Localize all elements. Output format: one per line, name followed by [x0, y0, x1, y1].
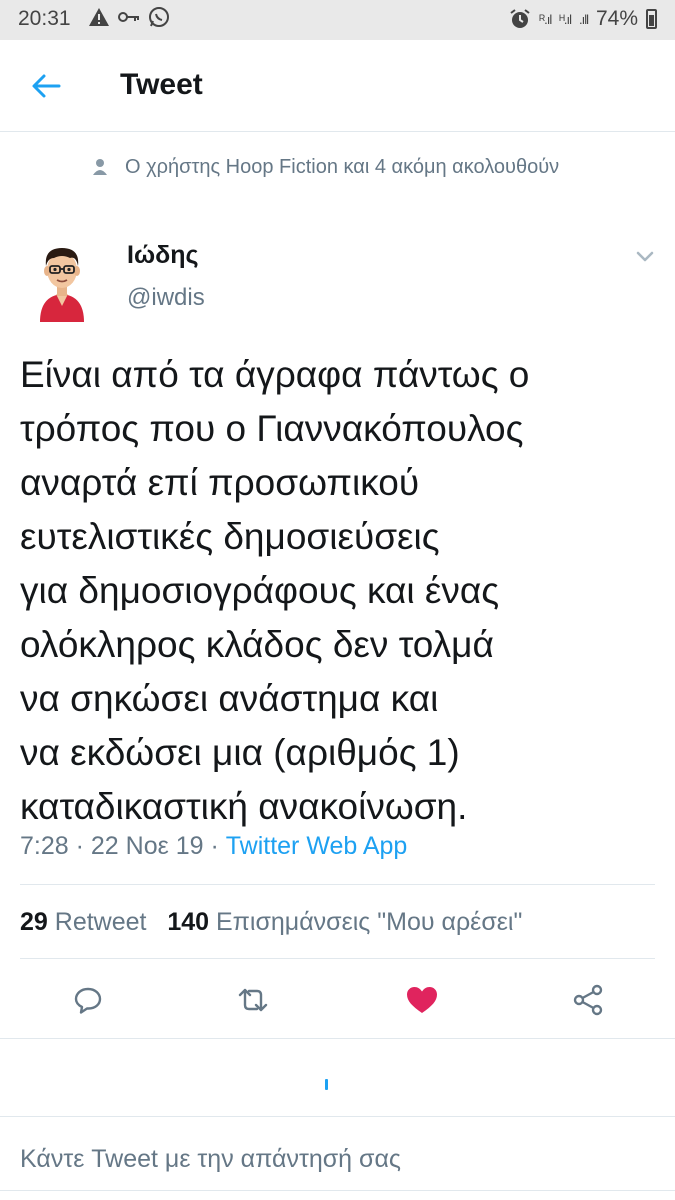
status-notification-icons: [88, 6, 170, 28]
social-context-text: Ο χρήστης Hoop Fiction και 4 ακόμη ακολο…: [125, 156, 560, 178]
tweet-text-line: ευτελιστικές δημοσιεύσεις: [20, 516, 440, 557]
retweet-icon: [238, 988, 268, 1012]
meta-separator: ·: [210, 832, 219, 860]
divider: [20, 884, 655, 885]
like-label: Επισημάνσεις "Μου αρέσει": [216, 908, 523, 936]
tweet-meta: 7:28 · 22 Νοε 19 · Twitter Web App: [20, 832, 407, 861]
retweet-count: 29: [20, 908, 48, 936]
arrow-left-icon: [32, 74, 61, 98]
tweet-text-line: να σηκώσει ανάστημα και: [20, 678, 439, 719]
back-button[interactable]: [26, 66, 66, 106]
divider: [0, 1190, 675, 1191]
heart-icon: [407, 987, 437, 1013]
divider: [0, 1038, 675, 1039]
reply-icon: [74, 987, 102, 1014]
signal-h-icon: ᴴ.ıl: [559, 11, 572, 27]
like-stat[interactable]: 140 Επισημάνσεις "Μου αρέσει": [167, 908, 522, 936]
retweet-label: Retweet: [54, 908, 147, 936]
battery-percent: 74%: [595, 7, 638, 30]
chevron-down-icon: [636, 251, 654, 262]
battery-icon: [646, 9, 657, 29]
avatar-image: [40, 248, 84, 322]
retweet-button[interactable]: [231, 978, 275, 1022]
app-bar: Tweet: [0, 40, 675, 132]
tweet-text-line: για δημοσιογράφους και ένας: [20, 570, 500, 611]
tweet-source-link[interactable]: Twitter Web App: [226, 832, 408, 860]
signal-icon: .ıll: [578, 11, 589, 27]
tweet-time: 7:28: [20, 832, 69, 860]
status-time: 20:31: [18, 7, 71, 30]
reply-button[interactable]: [66, 978, 110, 1022]
tweet-stats: 29 Retweet 140 Επισημάνσεις "Μου αρέσει": [20, 908, 522, 937]
tweet-text-line: ολόκληρος κλάδος δεν τολμά: [20, 624, 494, 665]
reply-input[interactable]: Κάντε Tweet με την απάντησή σας: [20, 1145, 401, 1174]
retweet-stat[interactable]: 29 Retweet: [20, 908, 146, 936]
user-handle[interactable]: @iwdis: [127, 284, 205, 312]
tweet-text-line: καταδικαστική ανακοίνωση.: [20, 786, 468, 827]
social-context[interactable]: Ο χρήστης Hoop Fiction και 4 ακόμη ακολο…: [92, 152, 612, 182]
tweet-text-line: αναρτά επί προσωπικού: [20, 462, 420, 503]
warning-icon: [89, 8, 109, 26]
tweet-text-line: τρόπος που ο Γιαννακόπουλος: [20, 408, 524, 449]
whatsapp-icon: [149, 7, 169, 27]
person-icon: [93, 159, 107, 175]
like-button[interactable]: [400, 978, 444, 1022]
share-button[interactable]: [566, 978, 610, 1022]
more-options-button[interactable]: [630, 246, 660, 268]
page-title: Tweet: [120, 68, 203, 101]
tweet-date: 22 Νοε 19: [90, 832, 204, 860]
tweet-text-line: να εκδώσει μια (αριθμός 1): [20, 732, 460, 773]
tweet-text-line: Είναι από τα άγραφα πάντως ο: [20, 354, 530, 395]
loading-indicator: [325, 1079, 328, 1090]
share-icon: [573, 984, 603, 1016]
divider: [0, 1116, 675, 1117]
alarm-icon: [510, 9, 530, 28]
like-count: 140: [167, 908, 210, 936]
status-bar: 20:31 ᴿ.ıl ᴴ.ıl .ıll 74%: [0, 0, 675, 40]
display-name[interactable]: Ιώδης: [127, 241, 199, 270]
signal-r-icon: ᴿ.ıl: [539, 11, 552, 27]
key-icon: [118, 12, 139, 22]
meta-separator: ·: [75, 832, 84, 860]
avatar[interactable]: [30, 236, 94, 322]
status-system-icons: ᴿ.ıl ᴴ.ıl .ıll 74%: [509, 7, 657, 31]
tweet-text: Είναι από τα άγραφα πάντως ο τρόπος που …: [20, 348, 660, 834]
divider: [20, 958, 655, 959]
